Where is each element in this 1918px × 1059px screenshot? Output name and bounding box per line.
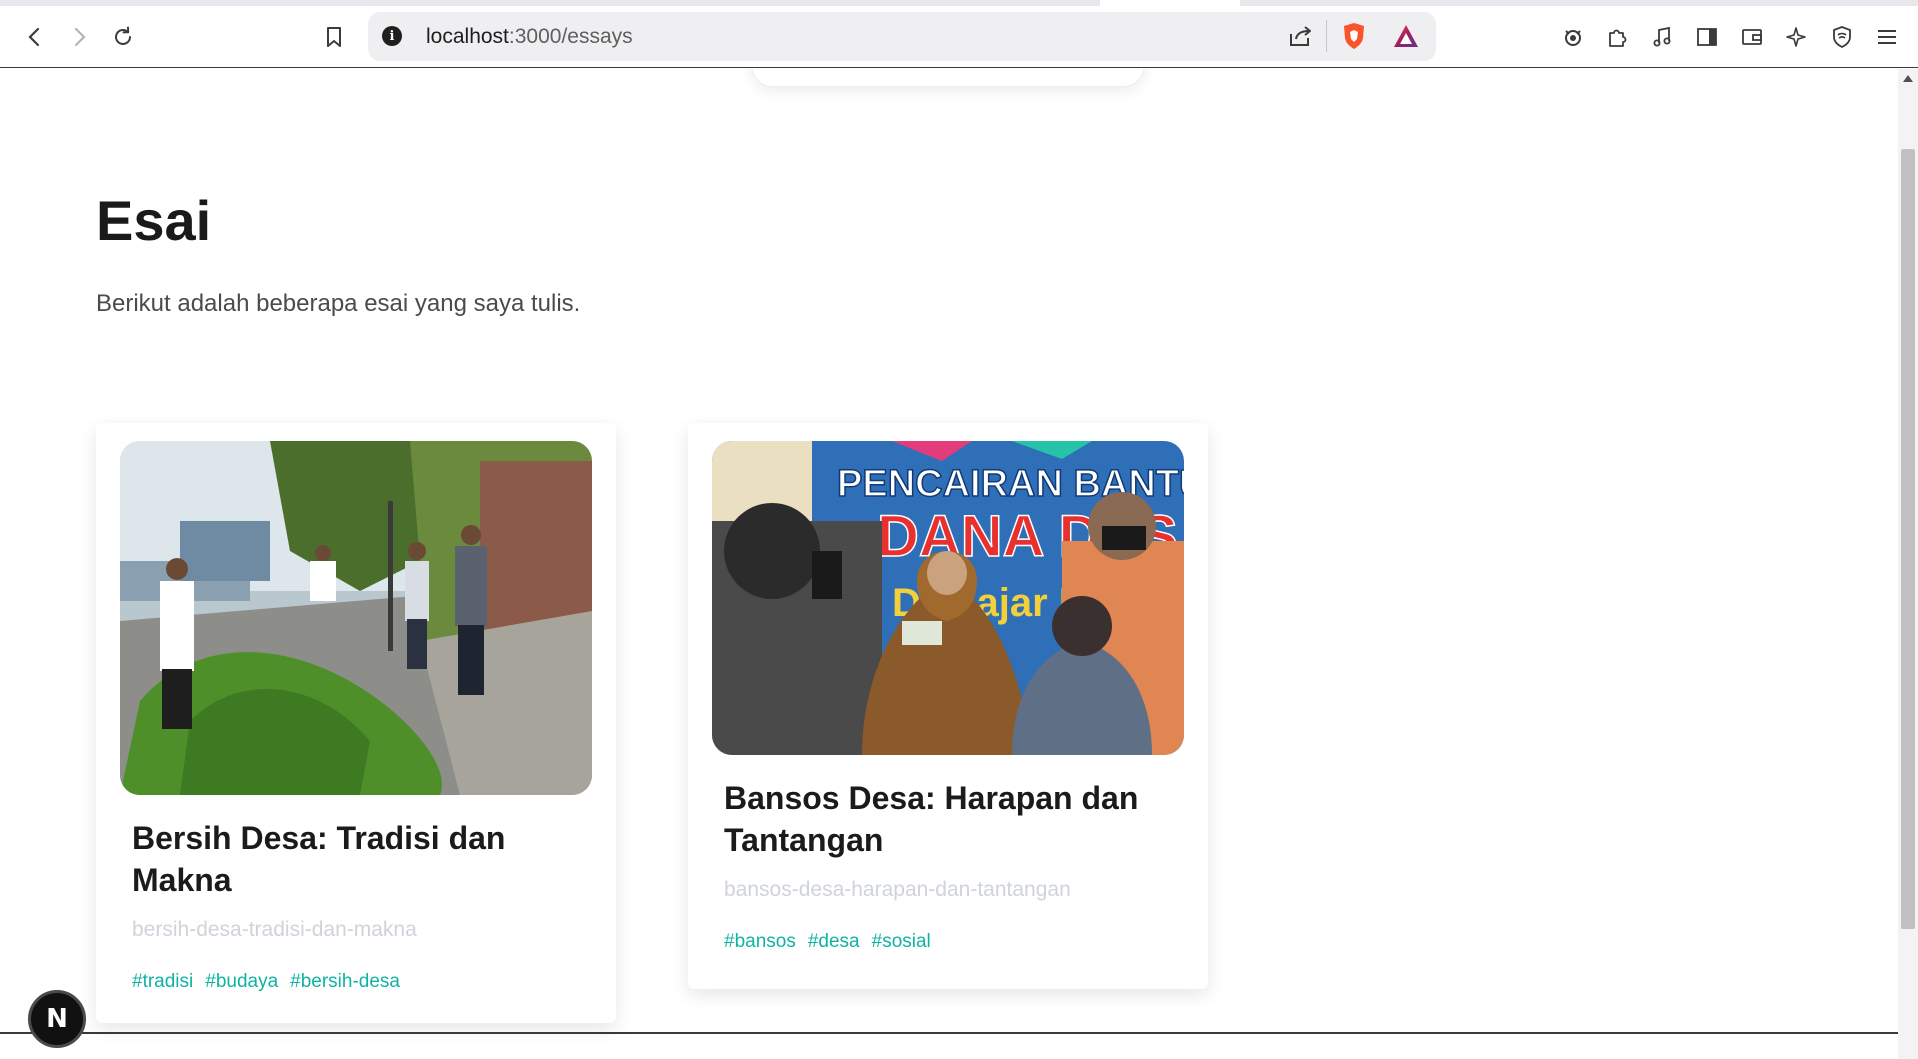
share-icon[interactable] <box>1288 24 1314 53</box>
essay-title-line: Tantangan <box>724 822 884 858</box>
essay-tags: #tradisi #budaya #bersih-desa <box>132 971 400 993</box>
essay-thumbnail[interactable]: PENCAIRAN BANTUAN LA DANA DES Des ajar K… <box>712 441 1184 755</box>
address-bar[interactable]: i localhost:3000/essays <box>368 12 1436 61</box>
essay-card[interactable]: PENCAIRAN BANTUAN LA DANA DES Des ajar K… <box>688 423 1208 989</box>
brave-shields-icon[interactable] <box>1341 22 1367 55</box>
reload-icon[interactable] <box>106 20 140 54</box>
essay-title[interactable]: Bersih Desa: Tradisi dan Makna <box>132 817 505 901</box>
scrollbar-thumb[interactable] <box>1901 149 1915 929</box>
essay-thumbnail[interactable] <box>120 441 592 795</box>
vertical-scrollbar[interactable] <box>1898 69 1918 1059</box>
page-title: Esai <box>96 189 212 252</box>
back-icon[interactable] <box>18 20 52 54</box>
essay-slug: bersih-desa-tradisi-dan-makna <box>132 918 417 941</box>
sidebar-toggle-icon[interactable] <box>1690 20 1724 54</box>
url-host: localhost <box>426 25 509 48</box>
vpn-shield-icon[interactable] <box>1825 20 1859 54</box>
tab-strip <box>0 0 1918 6</box>
menu-hamburger-icon[interactable] <box>1870 20 1904 54</box>
tag-link[interactable]: #sosial <box>872 931 931 953</box>
floating-navbar[interactable] <box>752 69 1144 87</box>
page-subtitle: Berikut adalah beberapa esai yang saya t… <box>96 290 581 317</box>
tag-link[interactable]: #bansos <box>724 931 796 953</box>
url-path: :3000/essays <box>508 25 633 48</box>
site-info-icon[interactable]: i <box>382 26 402 46</box>
forward-icon[interactable] <box>62 20 96 54</box>
tag-link[interactable]: #budaya <box>205 971 278 993</box>
essay-tags: #bansos #desa #sosial <box>724 931 931 953</box>
wallet-icon[interactable] <box>1735 20 1769 54</box>
essay-title[interactable]: Bansos Desa: Harapan dan Tantangan <box>724 777 1138 861</box>
essay-title-line: Makna <box>132 862 232 898</box>
scroll-up-arrow-icon[interactable] <box>1903 75 1913 82</box>
active-tab[interactable] <box>1100 0 1240 6</box>
essay-title-line: Bersih Desa: Tradisi dan <box>132 820 506 856</box>
essay-title-line: Bansos Desa: Harapan dan <box>724 780 1139 816</box>
browser-toolbar: i localhost:3000/essays <box>0 0 1918 68</box>
media-music-icon[interactable] <box>1645 20 1679 54</box>
nextjs-dev-indicator[interactable]: N <box>28 990 86 1048</box>
extensions-puzzle-icon[interactable] <box>1600 20 1634 54</box>
extension-bug-icon[interactable] <box>1556 20 1590 54</box>
tag-link[interactable]: #bersih-desa <box>290 971 400 993</box>
url-text[interactable]: localhost:3000/essays <box>426 25 633 49</box>
essay-card[interactable]: Bersih Desa: Tradisi dan Makna bersih-de… <box>96 423 616 1023</box>
essay-slug: bansos-desa-harapan-dan-tantangan <box>724 878 1071 901</box>
brave-rewards-icon[interactable] <box>1392 23 1420 54</box>
page-divider <box>0 1032 1898 1034</box>
tag-link[interactable]: #tradisi <box>132 971 193 993</box>
page-content: Esai Berikut adalah beberapa esai yang s… <box>0 69 1898 1059</box>
bookmark-icon[interactable] <box>317 20 351 54</box>
leo-ai-icon[interactable] <box>1780 20 1814 54</box>
tag-link[interactable]: #desa <box>808 931 860 953</box>
urlbar-divider <box>1326 20 1327 52</box>
